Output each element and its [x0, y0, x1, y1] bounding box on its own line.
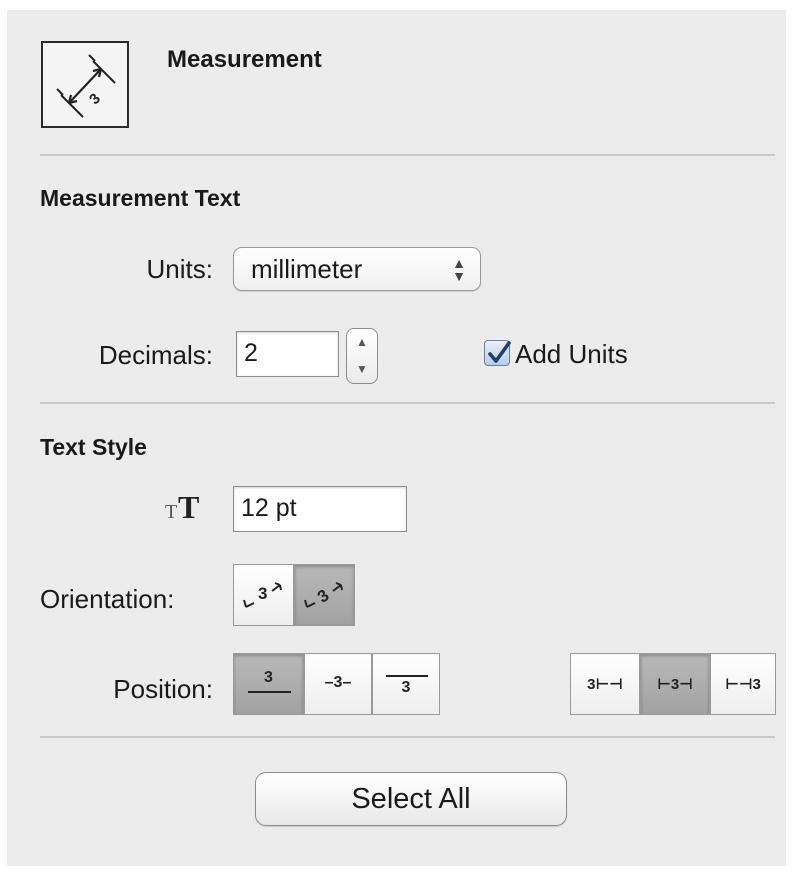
- text-above-line-icon: 3: [264, 669, 273, 686]
- add-units-checkbox[interactable]: [484, 340, 511, 366]
- separator: [40, 402, 775, 404]
- stepper-up-icon[interactable]: ▲: [347, 329, 377, 356]
- orientation-rotated-button[interactable]: 3: [294, 564, 355, 626]
- stepper-down-icon[interactable]: ▼: [347, 356, 377, 383]
- font-size-field[interactable]: 12 pt: [233, 486, 407, 532]
- svg-text:3: 3: [314, 586, 333, 607]
- text-size-icon: T T: [165, 488, 215, 527]
- text-on-line-button[interactable]: –3–: [304, 653, 372, 715]
- text-below-line-icon: 3: [401, 679, 411, 696]
- position-label: Position:: [113, 674, 213, 704]
- measurement-text-heading: Measurement Text: [40, 185, 241, 211]
- text-left-icon: 3⊢⊣: [587, 676, 623, 693]
- decimals-stepper[interactable]: ▲ ▼: [346, 328, 378, 384]
- text-center-icon: ⊢3⊣: [657, 676, 693, 693]
- separator: [40, 154, 775, 156]
- text-above-line-button[interactable]: 3: [233, 653, 304, 715]
- measurement-inspector-panel: 3 Measurement Measurement Text Units: mi…: [7, 10, 786, 866]
- popup-arrows-icon: ▲ ▼: [452, 255, 466, 284]
- text-on-line-icon: –3–: [324, 674, 352, 691]
- orientation-label: Orientation:: [40, 584, 175, 614]
- svg-text:3: 3: [258, 584, 267, 603]
- decimals-field[interactable]: 2: [236, 331, 339, 377]
- text-style-heading: Text Style: [40, 434, 147, 460]
- add-units-label: Add Units: [515, 339, 628, 369]
- panel-title: Measurement: [167, 46, 322, 73]
- text-left-button[interactable]: 3⊢⊣: [570, 653, 640, 715]
- select-all-button[interactable]: Select All: [255, 772, 567, 826]
- decimals-label: Decimals:: [98, 340, 213, 370]
- text-below-line-button[interactable]: 3: [372, 653, 440, 715]
- units-popup[interactable]: millimeter ▲ ▼: [233, 247, 481, 291]
- checkmark-icon: [488, 341, 511, 363]
- text-right-icon: ⊢⊣3: [725, 676, 761, 693]
- svg-text:T: T: [165, 501, 177, 522]
- line-glyph: [386, 675, 428, 677]
- units-label: Units:: [146, 254, 213, 284]
- orientation-parallel-button[interactable]: 3: [233, 564, 294, 626]
- orientation-rotated-icon: 3: [304, 582, 343, 608]
- separator: [40, 736, 775, 738]
- units-popup-value: millimeter: [251, 254, 363, 284]
- orientation-parallel-icon: 3: [243, 582, 282, 608]
- line-glyph: [248, 691, 291, 693]
- text-right-button[interactable]: ⊢⊣3: [710, 653, 776, 715]
- svg-text:T: T: [178, 489, 199, 522]
- measurement-tool-icon: 3: [41, 41, 129, 128]
- text-center-button[interactable]: ⊢3⊣: [640, 653, 710, 715]
- svg-text:3: 3: [86, 90, 104, 108]
